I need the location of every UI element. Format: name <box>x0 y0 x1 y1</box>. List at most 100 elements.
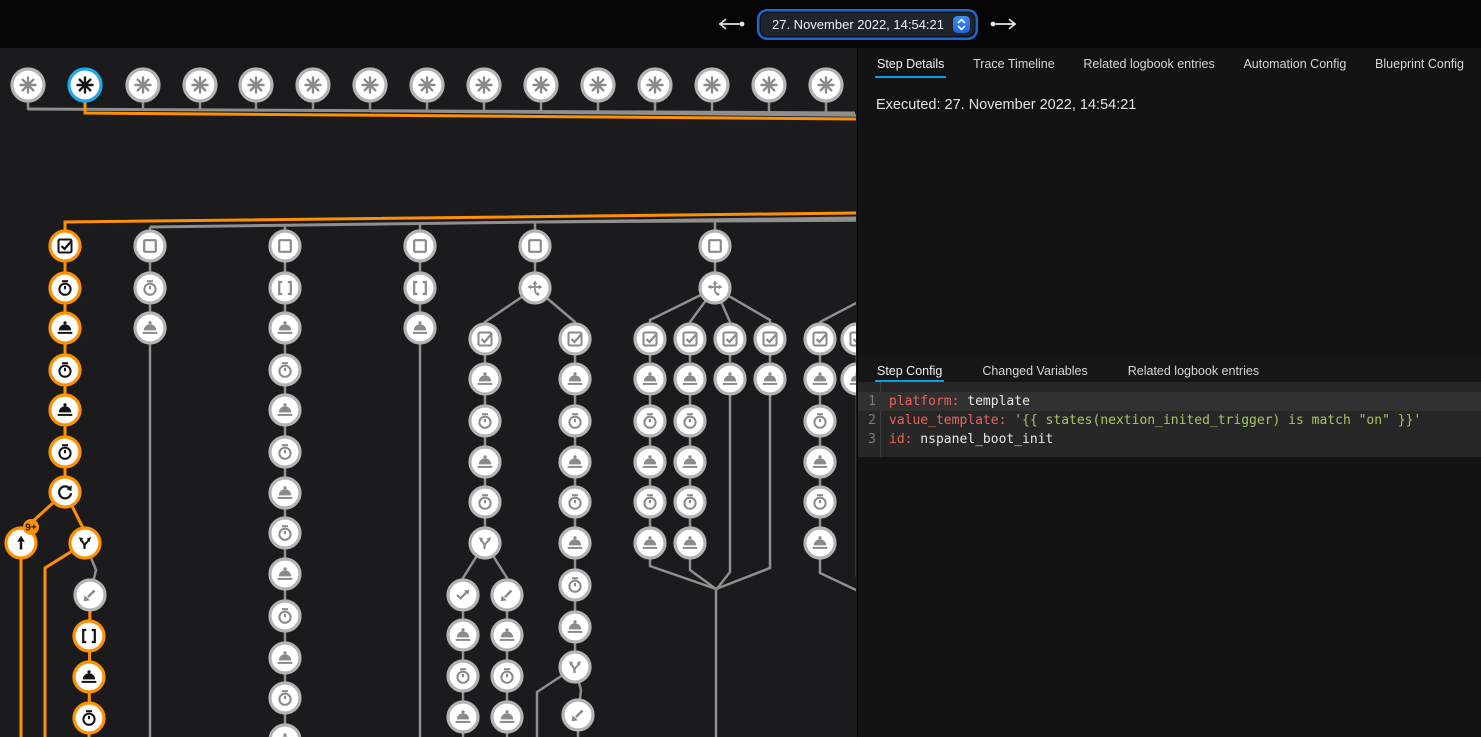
trace-node-square[interactable] <box>520 231 550 261</box>
trace-node-asterisk[interactable] <box>240 69 272 101</box>
trace-node-timer[interactable] <box>74 703 104 733</box>
trace-node-checkbox[interactable] <box>50 231 80 261</box>
trace-node-service[interactable] <box>492 620 522 650</box>
trace-node-timer[interactable] <box>635 406 665 436</box>
trace-node-square[interactable] <box>700 231 730 261</box>
trace-node-timer[interactable] <box>470 487 500 517</box>
trace-node-timer[interactable] <box>805 406 835 436</box>
trace-node-checkbox[interactable] <box>805 324 835 354</box>
trace-node-split[interactable] <box>470 528 500 558</box>
trace-node-timer[interactable] <box>270 683 300 713</box>
trace-node-service[interactable] <box>635 447 665 477</box>
trace-node-timer[interactable] <box>560 406 590 436</box>
trace-node-choose[interactable] <box>700 273 730 303</box>
trace-node-asterisk[interactable] <box>411 69 443 101</box>
tab-step-details[interactable]: Step Details <box>875 48 946 78</box>
trace-node-square[interactable] <box>405 231 435 261</box>
trace-node-asterisk[interactable] <box>525 69 557 101</box>
trace-node-service[interactable] <box>560 364 590 394</box>
trace-node-asterisk[interactable] <box>297 69 329 101</box>
trace-node-service[interactable] <box>74 662 104 692</box>
trace-node-brackets[interactable] <box>405 273 435 303</box>
trace-node-split[interactable] <box>560 652 590 682</box>
trace-node-service[interactable] <box>405 313 435 343</box>
trace-node-timer[interactable] <box>560 570 590 600</box>
trace-node-service[interactable] <box>675 364 705 394</box>
tab-blueprint-config[interactable]: Blueprint Config <box>1373 48 1466 78</box>
trace-node-service[interactable] <box>715 364 745 394</box>
trace-node-asterisk[interactable] <box>12 69 44 101</box>
trace-node-arrow-down-left[interactable] <box>75 580 105 610</box>
trace-node-service[interactable] <box>50 395 80 425</box>
trace-node-service[interactable] <box>135 313 165 343</box>
trace-node-square[interactable] <box>270 231 300 261</box>
trace-node-timer[interactable] <box>135 273 165 303</box>
trace-node-service[interactable] <box>560 528 590 558</box>
trace-node-service[interactable] <box>805 447 835 477</box>
trace-node-service[interactable] <box>755 364 785 394</box>
trace-node-service[interactable] <box>805 528 835 558</box>
trace-node-service[interactable] <box>560 612 590 642</box>
code-line[interactable]: 2value_template: '{{ states(nextion_init… <box>858 411 1481 430</box>
tab-related-logbook-entries[interactable]: Related logbook entries <box>1081 48 1216 78</box>
trace-node-timer[interactable] <box>270 601 300 631</box>
trace-node-service[interactable] <box>270 725 300 737</box>
trace-node-split[interactable] <box>70 528 100 558</box>
trace-node-service[interactable] <box>270 643 300 673</box>
trace-node-asterisk[interactable] <box>184 69 216 101</box>
trace-node-brackets[interactable] <box>74 621 104 651</box>
trace-node-checkbox[interactable] <box>560 324 590 354</box>
trace-node-service[interactable] <box>560 447 590 477</box>
trace-node-timer[interactable] <box>470 406 500 436</box>
trace-node-timer[interactable] <box>270 355 300 385</box>
trace-node-timer[interactable] <box>448 661 478 691</box>
trace-node-square[interactable] <box>135 231 165 261</box>
trace-node-timer[interactable] <box>675 406 705 436</box>
trace-node-timer[interactable] <box>635 487 665 517</box>
trace-node-checkbox[interactable] <box>842 324 856 354</box>
next-trace-button[interactable] <box>987 16 1019 32</box>
trace-node-arrow-down-left[interactable] <box>563 700 593 730</box>
trace-node-checkbox[interactable] <box>470 324 500 354</box>
trace-node-checkbox[interactable] <box>675 324 705 354</box>
trace-node-service[interactable] <box>675 447 705 477</box>
trace-node-service[interactable] <box>270 313 300 343</box>
trace-node-timer[interactable] <box>492 661 522 691</box>
trace-node-asterisk[interactable] <box>354 69 386 101</box>
trace-select[interactable]: 27. November 2022, 14:54:21 <box>761 13 974 36</box>
trace-node-asterisk[interactable] <box>753 69 785 101</box>
tab-step-config[interactable]: Step Config <box>875 355 944 382</box>
code-line[interactable]: 3id: nspanel_boot_init <box>858 430 1481 449</box>
trace-node-checkbox[interactable] <box>635 324 665 354</box>
trace-node-timer[interactable] <box>675 487 705 517</box>
trace-node-timer[interactable] <box>50 437 80 467</box>
trace-node-service[interactable] <box>270 478 300 508</box>
code-line[interactable]: 1platform: template <box>858 392 1481 411</box>
trace-node-checkbox[interactable] <box>715 324 745 354</box>
trace-node-check-arrow[interactable] <box>448 580 478 610</box>
trace-node-service[interactable] <box>270 559 300 589</box>
tab-related-logbook-entries-bottom[interactable]: Related logbook entries <box>1126 355 1261 382</box>
trace-node-asterisk[interactable] <box>582 69 614 101</box>
trace-node-service[interactable] <box>448 620 478 650</box>
trace-node-repeat[interactable] <box>50 477 80 507</box>
trace-node-service[interactable] <box>635 528 665 558</box>
trace-node-service[interactable] <box>492 702 522 732</box>
trace-node-timer[interactable] <box>270 437 300 467</box>
step-config-code-editor[interactable]: 1platform: template2value_template: '{{ … <box>858 382 1481 457</box>
trace-node-arrow-down-left[interactable] <box>492 580 522 610</box>
trace-node-service[interactable] <box>470 447 500 477</box>
tab-trace-timeline[interactable]: Trace Timeline <box>971 48 1057 78</box>
trace-node-asterisk[interactable] <box>696 69 728 101</box>
trace-node-service[interactable] <box>448 702 478 732</box>
trace-node-service[interactable] <box>470 364 500 394</box>
trace-node-timer[interactable] <box>560 487 590 517</box>
trace-node-timer[interactable] <box>50 355 80 385</box>
trace-node-asterisk[interactable] <box>468 69 500 101</box>
trace-node-timer[interactable] <box>50 273 80 303</box>
tab-changed-variables[interactable]: Changed Variables <box>980 355 1089 382</box>
trace-node-timer[interactable] <box>270 518 300 548</box>
trace-node-service[interactable] <box>805 364 835 394</box>
trace-node-choose[interactable] <box>520 273 550 303</box>
trace-node-brackets[interactable] <box>270 273 300 303</box>
